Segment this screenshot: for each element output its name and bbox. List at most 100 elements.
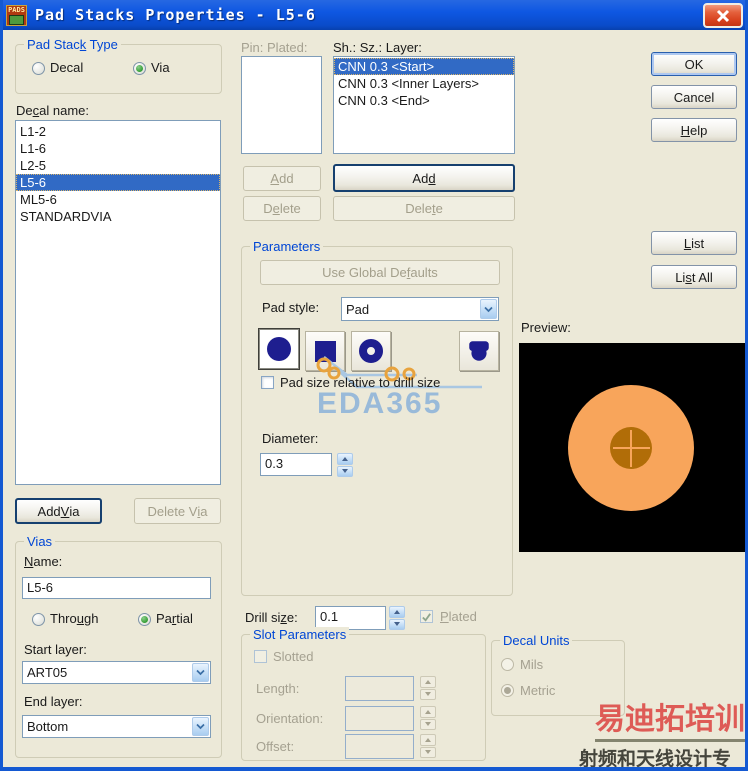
pad-stack-type-group: Pad Stack Type Decal Via: [15, 37, 222, 94]
diameter-spinner[interactable]: [337, 453, 353, 477]
length-label: Length:: [256, 681, 300, 696]
pad-style-value: Pad: [346, 301, 370, 317]
slot-parameters-group: Slot Parameters Slotted Length: Orientat…: [241, 627, 486, 761]
spinner-down-icon: [420, 718, 436, 730]
pad-stack-type-label: Pad Stack Type: [24, 37, 121, 52]
mils-radio: [501, 658, 514, 671]
eda365-watermark: EDA365: [317, 387, 443, 420]
cancel-button[interactable]: Cancel: [651, 85, 737, 109]
plated-label: Plated: [440, 609, 477, 624]
end-layer-value: Bottom: [27, 719, 69, 734]
pin-list[interactable]: [241, 56, 322, 154]
list-item[interactable]: STANDARDVIA: [16, 208, 220, 225]
ok-button[interactable]: OK: [651, 52, 737, 76]
pad-shape-odd-button[interactable]: [459, 331, 499, 371]
orientation-label: Orientation:: [256, 711, 324, 726]
annular-pad-icon: [359, 339, 383, 363]
spinner-down-icon: [420, 746, 436, 758]
pad-size-relative-label[interactable]: Pad size relative to drill size: [280, 375, 440, 390]
metric-radio: [501, 684, 514, 697]
odd-pad-icon: [469, 341, 489, 361]
layer-add-button[interactable]: Ad d: [333, 164, 515, 192]
list-item[interactable]: L1-6: [16, 140, 220, 157]
spinner-down-icon: [420, 688, 436, 700]
pad-style-combobox[interactable]: Pad: [341, 297, 499, 321]
spinner-down-icon[interactable]: [337, 465, 353, 477]
chevron-down-icon[interactable]: [192, 717, 209, 736]
layer-delete-button: Dele t e: [333, 196, 515, 221]
add-via-button[interactable]: Add Via: [15, 498, 102, 524]
partial-radio[interactable]: [138, 613, 151, 626]
through-radio-label[interactable]: Through: [50, 611, 98, 626]
pad-size-relative-checkbox[interactable]: [261, 376, 274, 389]
chevron-down-icon[interactable]: [192, 663, 209, 682]
pin-delete-button: De lete: [243, 196, 321, 221]
offset-input: [345, 734, 414, 759]
diameter-input[interactable]: 0.3: [260, 453, 332, 476]
chevron-down-icon[interactable]: [480, 299, 497, 319]
diameter-label: Diameter:: [262, 431, 319, 446]
list-item[interactable]: L2-5: [16, 157, 220, 174]
pads-app-icon-label: PADS: [8, 5, 25, 14]
offset-spinner: [420, 734, 436, 758]
decal-name-list[interactable]: L1-2 L1-6 L2-5 L5-6 ML5-6 STANDARDVIA: [15, 120, 221, 485]
pad-shape-annular-button[interactable]: [351, 331, 391, 371]
decal-radio[interactable]: [32, 62, 45, 75]
close-icon: [716, 9, 730, 22]
via-name-label: Name:: [24, 554, 63, 569]
start-layer-combobox[interactable]: ART05: [22, 661, 211, 684]
start-layer-value: ART05: [27, 665, 68, 680]
window-title: Pad Stacks Properties - L5-6: [35, 6, 316, 24]
via-radio-label[interactable]: Via: [151, 60, 170, 75]
plated-checkbox: [420, 610, 433, 623]
metric-radio-label: Metric: [520, 683, 556, 698]
pad-shape-square-button[interactable]: [305, 331, 345, 371]
pin-plated-header: Pin: Plated:: [241, 40, 308, 55]
list-item-selected[interactable]: L5-6: [16, 174, 220, 191]
via-name-input[interactable]: L5-6: [22, 577, 211, 599]
drill-size-spinner[interactable]: [389, 606, 405, 630]
slot-parameters-label: Slot Parameters: [250, 627, 350, 642]
pin-add-button: Add: [243, 166, 321, 191]
preview-canvas: [519, 343, 745, 552]
list-item[interactable]: ML5-6: [16, 191, 220, 208]
list-item[interactable]: L1-2: [16, 123, 220, 140]
layer-list[interactable]: CNN 0.3 <Start> CNN 0.3 <Inner Layers> C…: [333, 56, 515, 154]
spinner-down-icon[interactable]: [389, 618, 405, 630]
orientation-input: [345, 706, 414, 731]
pad-shape-circle-button[interactable]: [258, 328, 300, 370]
orientation-spinner: [420, 706, 436, 730]
help-button[interactable]: Help: [651, 118, 737, 142]
mils-radio-label: Mils: [520, 657, 544, 672]
start-layer-label: Start layer:: [24, 642, 87, 657]
decal-units-label: Decal Units: [500, 633, 573, 648]
list-item-selected[interactable]: CNN 0.3 <Start>: [334, 58, 514, 75]
tagline-watermark: 射频和天线设计专家: [579, 749, 732, 770]
square-pad-icon: [314, 340, 336, 362]
spinner-up-icon[interactable]: [337, 453, 353, 465]
via-radio[interactable]: [133, 62, 146, 75]
list-item[interactable]: CNN 0.3 <End>: [334, 92, 514, 109]
end-layer-combobox[interactable]: Bottom: [22, 715, 211, 738]
partial-radio-label[interactable]: Partial: [156, 611, 193, 626]
parameters-group: Parameters Use Global De f aults Pad style…: [241, 239, 513, 596]
spinner-up-icon: [420, 734, 436, 746]
shape-size-layer-header: Sh.: Sz.: Layer:: [333, 40, 422, 55]
pad-style-label: Pad style:: [262, 300, 320, 315]
length-input: [345, 676, 414, 701]
vias-group: Vias Name: L5-6 Through Partial Start la…: [15, 534, 222, 758]
close-button[interactable]: [703, 3, 743, 28]
end-layer-label: End layer:: [24, 694, 83, 709]
spinner-up-icon[interactable]: [389, 606, 405, 618]
pad-stacks-properties-dialog: PADS Pad Stacks Properties - L5-6 Pad St…: [0, 0, 748, 771]
list-button[interactable]: List: [651, 231, 737, 255]
titlebar[interactable]: PADS Pad Stacks Properties - L5-6: [3, 0, 745, 30]
decal-radio-label[interactable]: Decal: [50, 60, 83, 75]
list-all-button[interactable]: Li s t All: [651, 265, 737, 289]
list-item[interactable]: CNN 0.3 <Inner Layers>: [334, 75, 514, 92]
drill-size-label: Drill size:: [245, 610, 298, 625]
delete-via-button: Delete Via: [134, 498, 221, 524]
through-radio[interactable]: [32, 613, 45, 626]
slotted-checkbox: [254, 650, 267, 663]
circle-pad-icon: [267, 337, 291, 361]
